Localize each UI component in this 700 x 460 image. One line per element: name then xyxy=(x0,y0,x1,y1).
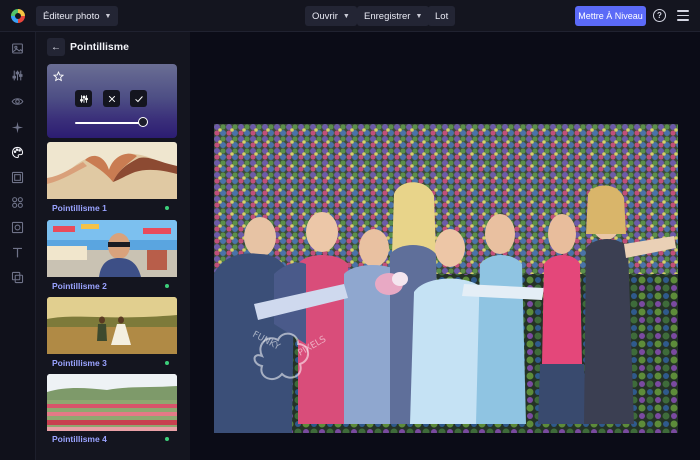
preset-thumbnail-2[interactable] xyxy=(47,220,177,277)
star-icon[interactable] xyxy=(52,69,65,82)
chevron-down-icon: ▼ xyxy=(415,12,423,20)
adjust-icon xyxy=(79,94,88,103)
editor-dropdown-label: Éditeur photo xyxy=(43,10,100,22)
save-dropdown-label: Enregistrer xyxy=(364,10,411,22)
image-canvas[interactable]: FUNKY PIXELS xyxy=(190,32,700,460)
preset-thumbnail-1[interactable] xyxy=(47,142,177,199)
effect-panel: ← Pointillisme Pointillisme 1 Pointillis… xyxy=(36,32,190,460)
couple-walking-preview xyxy=(47,297,177,354)
adjust-button[interactable] xyxy=(75,90,92,107)
question-circle-icon[interactable]: ? xyxy=(653,9,666,22)
preset-status-dot xyxy=(165,206,169,210)
check-icon xyxy=(134,95,143,102)
frame-icon[interactable] xyxy=(11,171,24,184)
preset-label-4: Pointillisme 4 xyxy=(52,434,107,444)
heart-hands-preview xyxy=(47,142,177,199)
eye-icon[interactable] xyxy=(11,95,24,108)
panel-title: Pointillisme xyxy=(70,41,129,53)
editor-dropdown[interactable]: Éditeur photo ▼ xyxy=(36,6,119,26)
man-with-sunglasses-preview xyxy=(47,220,177,277)
palette-icon[interactable] xyxy=(11,146,24,159)
open-dropdown-label: Ouvrir xyxy=(312,10,338,22)
upgrade-button[interactable]: Mettre À Niveau xyxy=(575,6,646,26)
batch-button-label: Lot xyxy=(435,10,449,22)
preset-label-3: Pointillisme 3 xyxy=(52,358,107,368)
tool-rail xyxy=(0,32,36,460)
app-logo-icon[interactable] xyxy=(11,9,25,23)
sparkle-icon[interactable] xyxy=(11,121,24,134)
preset-label-2: Pointillisme 2 xyxy=(52,281,107,291)
apply-button[interactable] xyxy=(130,90,147,107)
arrow-left-icon: ← xyxy=(51,41,61,53)
save-dropdown[interactable]: Enregistrer ▼ xyxy=(357,6,430,26)
open-dropdown[interactable]: Ouvrir ▼ xyxy=(305,6,357,26)
overlay-icon[interactable] xyxy=(11,271,24,284)
tulip-field-preview xyxy=(47,374,177,431)
elements-icon[interactable] xyxy=(11,196,24,209)
active-effect-card xyxy=(47,64,177,138)
preset-thumbnail-3[interactable] xyxy=(47,297,177,354)
texture-icon[interactable] xyxy=(11,221,24,234)
preset-status-dot xyxy=(165,284,169,288)
intensity-slider[interactable] xyxy=(75,122,143,124)
close-icon xyxy=(108,95,115,102)
pointillism-group-photo: FUNKY PIXELS xyxy=(214,124,678,433)
edited-photo[interactable]: FUNKY PIXELS xyxy=(214,124,678,433)
sliders-icon[interactable] xyxy=(11,69,24,82)
chevron-down-icon: ▼ xyxy=(104,12,112,20)
hamburger-menu-icon[interactable] xyxy=(677,10,689,21)
text-icon[interactable] xyxy=(11,246,24,259)
batch-button[interactable]: Lot xyxy=(428,6,456,26)
preset-status-dot xyxy=(165,361,169,365)
intensity-slider-handle[interactable] xyxy=(138,117,148,127)
back-button[interactable]: ← xyxy=(47,38,65,56)
top-bar: Éditeur photo ▼ Ouvrir ▼ Enregistrer ▼ L… xyxy=(0,0,700,32)
preset-thumbnail-4[interactable] xyxy=(47,374,177,431)
cancel-button[interactable] xyxy=(103,90,120,107)
preset-label-1: Pointillisme 1 xyxy=(52,203,107,213)
preset-status-dot xyxy=(165,437,169,441)
chevron-down-icon: ▼ xyxy=(342,12,350,20)
image-icon[interactable] xyxy=(11,42,24,55)
